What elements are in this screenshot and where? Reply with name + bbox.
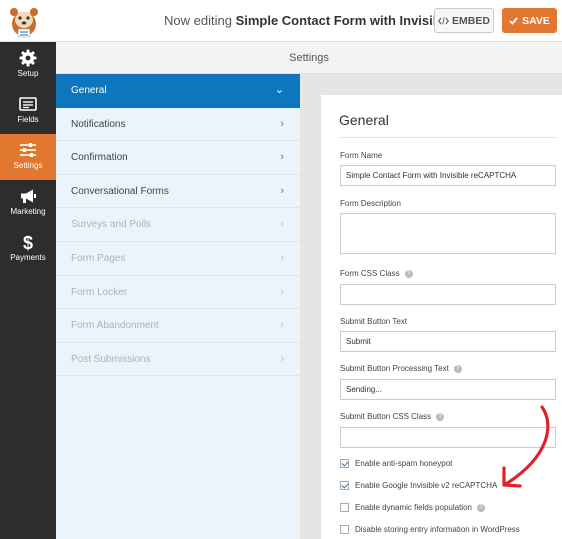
sidebar-item-label: Setup xyxy=(17,69,39,78)
panel-item-conversational-forms[interactable]: Conversational Forms › xyxy=(56,175,300,209)
recaptcha-label: Enable Google Invisible v2 reCAPTCHA xyxy=(355,481,498,490)
sidebar-item-setup[interactable]: Setup xyxy=(0,42,56,88)
editing-prefix: Now editing xyxy=(164,13,232,28)
submit-text-label: Submit Button Text xyxy=(340,317,407,326)
honeypot-checkbox-row[interactable]: Enable anti-spam honeypot xyxy=(340,459,452,468)
sidebar-item-marketing[interactable]: Marketing xyxy=(0,180,56,226)
gear-icon xyxy=(19,49,37,67)
disable-storing-checkbox-row[interactable]: Disable storing entry information in Wor… xyxy=(340,525,520,534)
save-label: SAVE xyxy=(522,14,550,27)
panel-item-label: Notifications xyxy=(71,118,126,130)
panel-item-notifications[interactable]: Notifications › xyxy=(56,108,300,142)
panel-item-label: Post Submissions xyxy=(71,353,151,365)
panel-item-surveys-polls[interactable]: Surveys and Polls › xyxy=(56,208,300,242)
recaptcha-checkbox-row[interactable]: Enable Google Invisible v2 reCAPTCHA xyxy=(340,481,497,490)
fields-icon xyxy=(19,97,37,111)
form-title: Simple Contact Form with Invisible.. xyxy=(235,13,459,28)
megaphone-icon xyxy=(21,189,36,203)
chevron-right-icon: › xyxy=(280,117,284,130)
panel-item-form-pages[interactable]: Form Pages › xyxy=(56,242,300,276)
settings-panel: General ⌄ Notifications › Confirmation ›… xyxy=(56,74,300,539)
sidebar-item-fields[interactable]: Fields xyxy=(0,88,56,134)
panel-item-form-abandonment[interactable]: Form Abandonment › xyxy=(56,309,300,343)
editing-title: Now editing Simple Contact Form with Inv… xyxy=(164,13,459,28)
help-icon[interactable]: ? xyxy=(404,269,413,278)
title-divider xyxy=(339,137,557,138)
embed-label: EMBED xyxy=(452,14,490,27)
submit-css-class-label: Submit Button CSS Class xyxy=(340,412,432,421)
sidebar-item-label: Fields xyxy=(17,115,39,124)
honeypot-label: Enable anti-spam honeypot xyxy=(355,459,453,468)
chevron-right-icon: › xyxy=(280,151,284,164)
form-css-class-label: Form CSS Class xyxy=(340,269,400,278)
submit-css-class-label-row: Submit Button CSS Class? xyxy=(340,412,445,421)
chevron-right-icon: › xyxy=(280,352,284,365)
svg-text:$: $ xyxy=(23,233,33,251)
panel-item-post-submissions[interactable]: Post Submissions › xyxy=(56,343,300,377)
general-title: General xyxy=(339,112,389,128)
dollar-icon: $ xyxy=(23,233,33,251)
sidebar-item-label: Payments xyxy=(10,253,46,262)
settings-header: Settings xyxy=(56,42,562,74)
form-description-label: Form Description xyxy=(340,199,401,208)
sidebar-item-payments[interactable]: $ Payments xyxy=(0,226,56,272)
sidebar-item-label: Marketing xyxy=(10,207,46,216)
form-css-class-input[interactable] xyxy=(340,284,556,305)
panel-item-label: Form Locker xyxy=(71,286,128,298)
chevron-right-icon: › xyxy=(280,285,284,298)
dynamic-fields-checkbox-row[interactable]: Enable dynamic fields population ? xyxy=(340,503,485,512)
processing-text-label: Submit Button Processing Text xyxy=(340,364,449,373)
disable-storing-checkbox[interactable] xyxy=(340,525,349,534)
embed-button[interactable]: EMBED xyxy=(434,8,494,33)
chevron-right-icon: › xyxy=(280,252,284,264)
builder-sidebar: Setup Fields Settings Marketing $ Paymen… xyxy=(0,42,56,539)
processing-text-label-row: Submit Button Processing Text? xyxy=(340,364,462,373)
top-bar: Now editing Simple Contact Form with Inv… xyxy=(0,0,562,42)
panel-item-confirmation[interactable]: Confirmation › xyxy=(56,141,300,175)
panel-item-label: Form Pages xyxy=(71,253,126,264)
chevron-right-icon: › xyxy=(280,184,284,197)
panel-item-label: Conversational Forms xyxy=(71,185,169,197)
submit-text-input[interactable]: Submit xyxy=(340,331,556,352)
code-icon xyxy=(438,16,449,25)
form-description-textarea[interactable] xyxy=(340,213,556,254)
honeypot-checkbox[interactable] xyxy=(340,459,349,468)
chevron-right-icon: › xyxy=(280,319,284,332)
annotation-arrow xyxy=(502,405,550,488)
form-name-input[interactable]: Simple Contact Form with Invisible reCAP… xyxy=(340,165,556,186)
panel-item-label: Surveys and Polls xyxy=(71,219,152,231)
help-icon[interactable]: ? xyxy=(453,364,462,373)
panel-item-label: Confirmation xyxy=(71,152,128,164)
sidebar-item-settings[interactable]: Settings xyxy=(0,134,56,180)
save-button[interactable]: SAVE xyxy=(502,8,557,33)
panel-item-label: Form Abandonment xyxy=(71,320,159,332)
dynamic-fields-checkbox[interactable] xyxy=(340,503,349,512)
panel-item-general[interactable]: General ⌄ xyxy=(56,74,300,108)
sidebar-item-label: Settings xyxy=(13,161,43,170)
form-css-class-label-row: Form CSS Class? xyxy=(340,269,413,278)
wpforms-bear-logo xyxy=(10,8,38,38)
disable-storing-label: Disable storing entry information in Wor… xyxy=(355,525,520,534)
panel-item-label: General xyxy=(71,85,107,96)
chevron-right-icon: › xyxy=(280,218,284,231)
chevron-down-icon: ⌄ xyxy=(274,84,284,96)
checkmark-icon xyxy=(509,16,518,25)
help-icon[interactable]: ? xyxy=(476,503,485,512)
help-icon[interactable]: ? xyxy=(436,412,445,421)
sliders-icon xyxy=(20,143,36,157)
form-name-label: Form Name xyxy=(340,151,383,160)
dynamic-fields-label: Enable dynamic fields population xyxy=(355,503,472,512)
recaptcha-checkbox[interactable] xyxy=(340,481,349,490)
panel-item-form-locker[interactable]: Form Locker › xyxy=(56,276,300,310)
processing-text-input[interactable]: Sending... xyxy=(340,379,556,400)
